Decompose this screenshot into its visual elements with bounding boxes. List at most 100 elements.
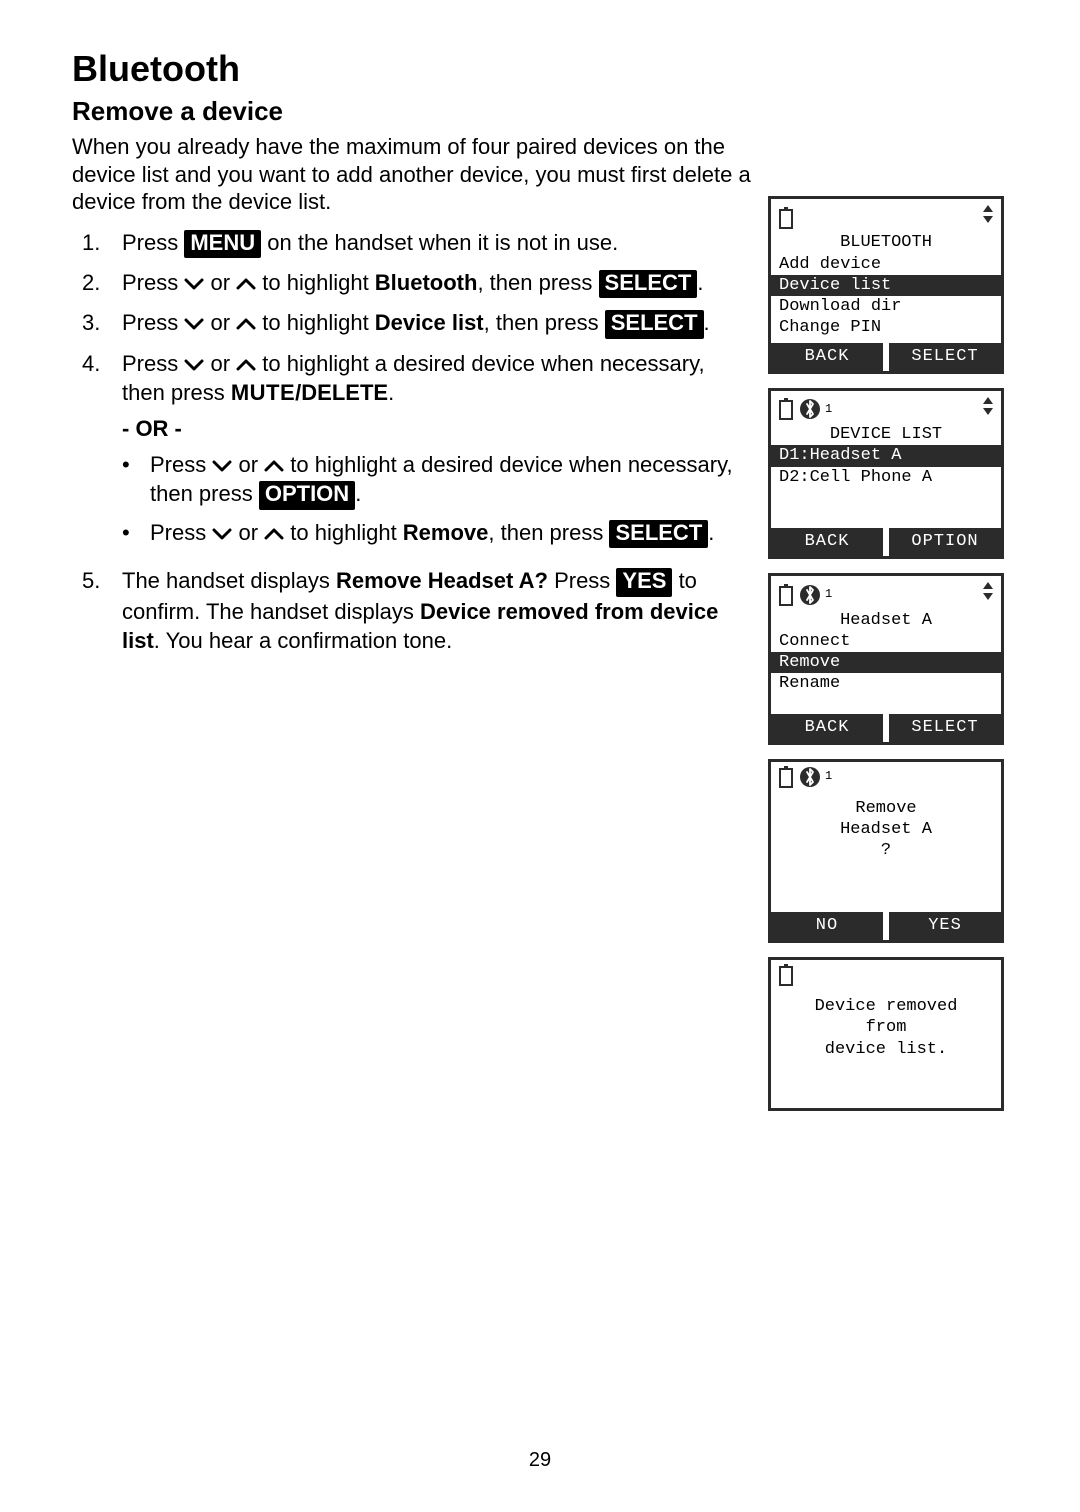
softkey-bar: BACKOPTION — [771, 528, 1001, 556]
text: Press — [122, 270, 184, 295]
status-bar: 1 — [771, 576, 1001, 609]
bt-index: 1 — [825, 769, 832, 784]
menu-button-label: MENU — [184, 230, 261, 258]
handset-screen-removed-msg: Device removedfromdevice list. — [768, 957, 1004, 1111]
softkey-right: YES — [889, 912, 1001, 940]
handset-screen-bt-menu: BLUETOOTHAdd deviceDevice listDownload d… — [768, 196, 1004, 374]
step-number: 2. — [82, 268, 104, 298]
section-subtitle: Remove a device — [72, 96, 752, 127]
scroll-indicator-icon — [981, 580, 995, 602]
softkey-bar: BACKSELECT — [771, 714, 1001, 742]
text: Press — [150, 520, 212, 545]
text: , then press — [488, 520, 609, 545]
substep-body: Press or to highlight Remove, then press… — [150, 518, 714, 548]
steps-list: 1. Press MENU on the handset when it is … — [82, 228, 752, 656]
bluetooth-icon — [799, 766, 821, 788]
text: Press — [122, 230, 184, 255]
battery-icon — [777, 398, 795, 420]
bullet: • — [122, 518, 136, 548]
text: or — [204, 270, 236, 295]
page-title: Bluetooth — [72, 48, 752, 90]
yes-button-label: YES — [616, 568, 672, 596]
step-body: Press MENU on the handset when it is not… — [122, 228, 752, 258]
select-button-label: SELECT — [609, 520, 708, 548]
screen-body: DEVICE LISTD1:Headset AD2:Cell Phone A — [771, 424, 1001, 526]
bluetooth-icon — [799, 584, 821, 606]
step-number: 5. — [82, 566, 104, 656]
text: to highlight — [256, 270, 375, 295]
message-line: ? — [777, 840, 995, 861]
softkey-left: BACK — [771, 714, 883, 742]
battery-icon — [777, 584, 795, 606]
bt-index: 1 — [825, 402, 832, 417]
softkey-bar: BACKSELECT — [771, 343, 1001, 371]
text-bold: Remove — [403, 520, 489, 545]
step-body: The handset displays Remove Headset A? P… — [122, 566, 752, 656]
down-chevron-icon — [212, 459, 232, 473]
menu-row: Change PIN — [777, 317, 995, 338]
down-chevron-icon — [184, 358, 204, 372]
text: or — [204, 310, 236, 335]
text: or — [204, 351, 236, 376]
menu-row: Remove — [771, 652, 1001, 673]
text: Press — [122, 310, 184, 335]
page-number: 29 — [0, 1449, 1080, 1472]
menu-row: D2:Cell Phone A — [777, 467, 995, 488]
screen-title: DEVICE LIST — [777, 424, 995, 445]
up-chevron-icon — [236, 277, 256, 291]
menu-row: Download dir — [777, 296, 995, 317]
substep-body: Press or to highlight a desired device w… — [150, 450, 752, 510]
down-chevron-icon — [184, 277, 204, 291]
status-bar: 1 — [771, 762, 1001, 788]
handset-screen-headset-options: 1Headset AConnectRemoveRenameBACKSELECT — [768, 573, 1004, 745]
menu-row: D1:Headset A — [771, 445, 1001, 466]
screen-body: BLUETOOTHAdd deviceDevice listDownload d… — [771, 232, 1001, 340]
text: , then press — [477, 270, 598, 295]
option-button-label: OPTION — [259, 481, 355, 509]
softkey-right: OPTION — [889, 528, 1001, 556]
text-bold: Device list — [375, 310, 484, 335]
softkey-right: SELECT — [889, 714, 1001, 742]
substeps: • Press or to highlight a desired device… — [122, 450, 752, 548]
mute-label: MUTE — [231, 380, 295, 405]
down-chevron-icon — [184, 317, 204, 331]
select-button-label: SELECT — [599, 270, 698, 298]
text: Press — [150, 452, 212, 477]
softkey-bar: NOYES — [771, 912, 1001, 940]
step-body: Press or to highlight Bluetooth, then pr… — [122, 268, 752, 298]
screens-column: BLUETOOTHAdd deviceDevice listDownload d… — [768, 196, 1008, 1111]
text: . You hear a confirmation tone. — [154, 628, 452, 653]
menu-row: Connect — [777, 631, 995, 652]
text: Press — [548, 568, 616, 593]
softkey-left: BACK — [771, 528, 883, 556]
screen-title: Headset A — [777, 610, 995, 631]
scroll-indicator-icon — [981, 203, 995, 225]
down-chevron-icon — [212, 527, 232, 541]
step-number: 1. — [82, 228, 104, 258]
step-body: Press or to highlight Device list, then … — [122, 308, 752, 338]
handset-screen-device-list: 1DEVICE LISTD1:Headset AD2:Cell Phone AB… — [768, 388, 1004, 560]
up-chevron-icon — [236, 358, 256, 372]
step-number: 3. — [82, 308, 104, 338]
scroll-indicator-icon — [981, 395, 995, 417]
status-bar — [771, 199, 1001, 232]
step-number: 4. — [82, 349, 104, 557]
message-line: device list. — [777, 1039, 995, 1060]
status-bar — [771, 960, 1001, 986]
message-line: from — [777, 1017, 995, 1038]
text: on the handset when it is not in use. — [261, 230, 618, 255]
menu-row: Rename — [777, 673, 995, 694]
battery-icon — [777, 964, 795, 986]
text: , then press — [484, 310, 605, 335]
text: The handset displays — [122, 568, 336, 593]
screen-title: BLUETOOTH — [777, 232, 995, 253]
handset-screen-remove-confirm: 1RemoveHeadset A?NOYES — [768, 759, 1004, 943]
battery-icon — [777, 207, 795, 229]
softkey-right: SELECT — [889, 343, 1001, 371]
bluetooth-icon — [799, 398, 821, 420]
screen-body: Headset AConnectRemoveRename — [771, 610, 1001, 712]
delete-label: /DELETE — [295, 380, 388, 405]
text: to highlight — [284, 520, 403, 545]
status-bar: 1 — [771, 391, 1001, 424]
step-body: Press or to highlight a desired device w… — [122, 349, 752, 557]
